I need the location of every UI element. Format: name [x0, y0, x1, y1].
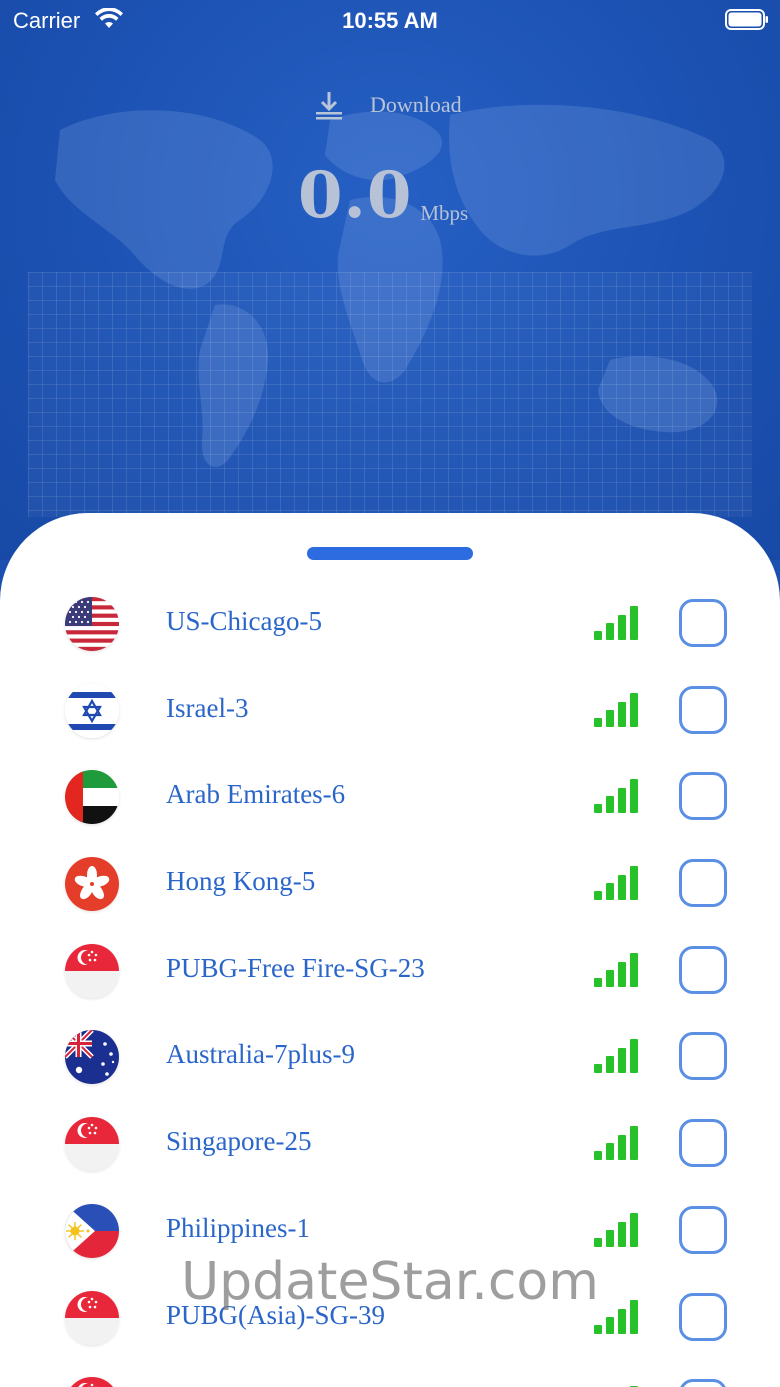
signal-bar [606, 1316, 614, 1334]
signal-strength-icon [594, 1299, 642, 1334]
battery-icon [725, 9, 768, 30]
singapore-flag-icon [65, 1290, 119, 1345]
server-select-checkbox[interactable] [679, 945, 727, 994]
signal-bar [606, 1143, 614, 1161]
signal-strength-icon [594, 779, 642, 814]
signal-strength-icon [594, 1126, 642, 1161]
speed-header: Carrier 10:55 AM Download 0.0 Mbps [0, 0, 780, 560]
server-name: US-Chicago-5 [166, 606, 322, 636]
server-select-checkbox[interactable] [679, 685, 727, 734]
signal-bar [594, 1151, 602, 1161]
signal-strength-icon [594, 692, 642, 727]
server-list-sheet: US-Chicago-5 Israel-3 Arab Emirates-6 Hong … [0, 513, 780, 1387]
server-select-checkbox[interactable] [679, 772, 727, 821]
us-flag-icon [65, 597, 119, 651]
speed-unit: Mbps [420, 201, 469, 225]
signal-bar [594, 891, 602, 901]
signal-strength-icon [594, 866, 642, 901]
signal-bar [630, 692, 638, 727]
signal-bar [594, 717, 602, 727]
server-name: PUBG-Free Fire-SG-23 [166, 952, 425, 983]
server-select-checkbox[interactable] [679, 1032, 727, 1081]
server-row[interactable]: Singapore-25 [0, 1100, 780, 1187]
signal-bar [606, 969, 614, 987]
server-select-checkbox[interactable] [679, 1379, 727, 1387]
signal-strength-icon [594, 606, 642, 640]
server-list: US-Chicago-5 Israel-3 Arab Emirates-6 Hong … [0, 580, 780, 1387]
signal-bar [630, 1126, 638, 1161]
israel-flag-icon [65, 683, 119, 738]
speed-readout: 0.0 Mbps [298, 160, 468, 232]
signal-bar [606, 1229, 614, 1247]
download-icon [316, 92, 342, 120]
signal-bar [630, 1039, 638, 1074]
singapore-flag-icon [65, 1117, 119, 1172]
speed-value: 0.0 [298, 158, 413, 233]
server-name: PUBG(Asia)-SG-39 [166, 1299, 385, 1330]
server-row[interactable]: Israel-3 [0, 667, 780, 754]
server-select-checkbox[interactable] [679, 859, 727, 908]
signal-bar [594, 631, 602, 640]
singapore-flag-icon [65, 943, 119, 998]
uae-flag-icon [65, 770, 119, 825]
server-name: Arab Emirates-6 [166, 779, 346, 810]
server-name: Israel-3 [166, 692, 249, 723]
signal-bar [618, 701, 626, 727]
signal-bar [594, 804, 602, 814]
signal-bar [594, 1237, 602, 1247]
signal-strength-icon [594, 1212, 642, 1247]
australia-flag-icon [65, 1030, 119, 1085]
signal-bar [630, 1212, 638, 1247]
signal-bar [594, 1324, 602, 1334]
server-select-checkbox[interactable] [679, 1119, 727, 1168]
hong-kong-flag-icon [65, 857, 119, 912]
signal-bar [618, 615, 626, 640]
status-bar: Carrier 10:55 AM [0, 0, 780, 42]
server-name: Singapore-25 [166, 1126, 312, 1157]
sheet-drag-handle[interactable] [307, 547, 473, 560]
server-row[interactable]: US-Chicago-5 [0, 580, 780, 667]
server-select-checkbox[interactable] [679, 1205, 727, 1254]
speed-graph-grid [28, 272, 752, 517]
download-indicator: Download [313, 88, 462, 122]
signal-bar [618, 1135, 626, 1161]
signal-bar [606, 623, 614, 640]
signal-bar [594, 977, 602, 987]
signal-bar [606, 883, 614, 901]
server-row[interactable]: Hong Kong-5 [0, 840, 780, 927]
signal-bar [606, 796, 614, 814]
server-row[interactable]: PUBG(Asia)-SG-39 [0, 1274, 780, 1361]
signal-bar [606, 1056, 614, 1074]
singapore-flag-icon [65, 1377, 119, 1387]
server-name: Australia-7plus-9 [166, 1039, 355, 1070]
signal-bar [618, 788, 626, 814]
server-row[interactable]: Philippines-1 [0, 1187, 780, 1274]
signal-bar [618, 1221, 626, 1247]
signal-strength-icon [594, 952, 642, 987]
server-row[interactable] [0, 1360, 780, 1387]
server-select-checkbox[interactable] [679, 1292, 727, 1341]
signal-bar [618, 1308, 626, 1334]
server-row[interactable]: PUBG-Free Fire-SG-23 [0, 927, 780, 1014]
signal-bar [630, 779, 638, 814]
server-name: Philippines-1 [166, 1212, 311, 1243]
download-label: Download [370, 92, 462, 117]
signal-bar [606, 709, 614, 727]
signal-bar [618, 875, 626, 901]
server-row[interactable]: Arab Emirates-6 [0, 753, 780, 840]
server-select-checkbox[interactable] [679, 599, 727, 647]
server-row[interactable]: Australia-7plus-9 [0, 1013, 780, 1100]
signal-bar [630, 866, 638, 901]
philippines-flag-icon [65, 1203, 119, 1258]
signal-bar [630, 1299, 638, 1334]
signal-bar [618, 961, 626, 987]
clock-time: 10:55 AM [342, 8, 438, 33]
signal-bar [618, 1048, 626, 1074]
signal-strength-icon [594, 1039, 642, 1074]
server-name: Hong Kong-5 [166, 866, 316, 897]
signal-bar [630, 952, 638, 987]
signal-bar [630, 606, 638, 640]
signal-bar [594, 1064, 602, 1074]
